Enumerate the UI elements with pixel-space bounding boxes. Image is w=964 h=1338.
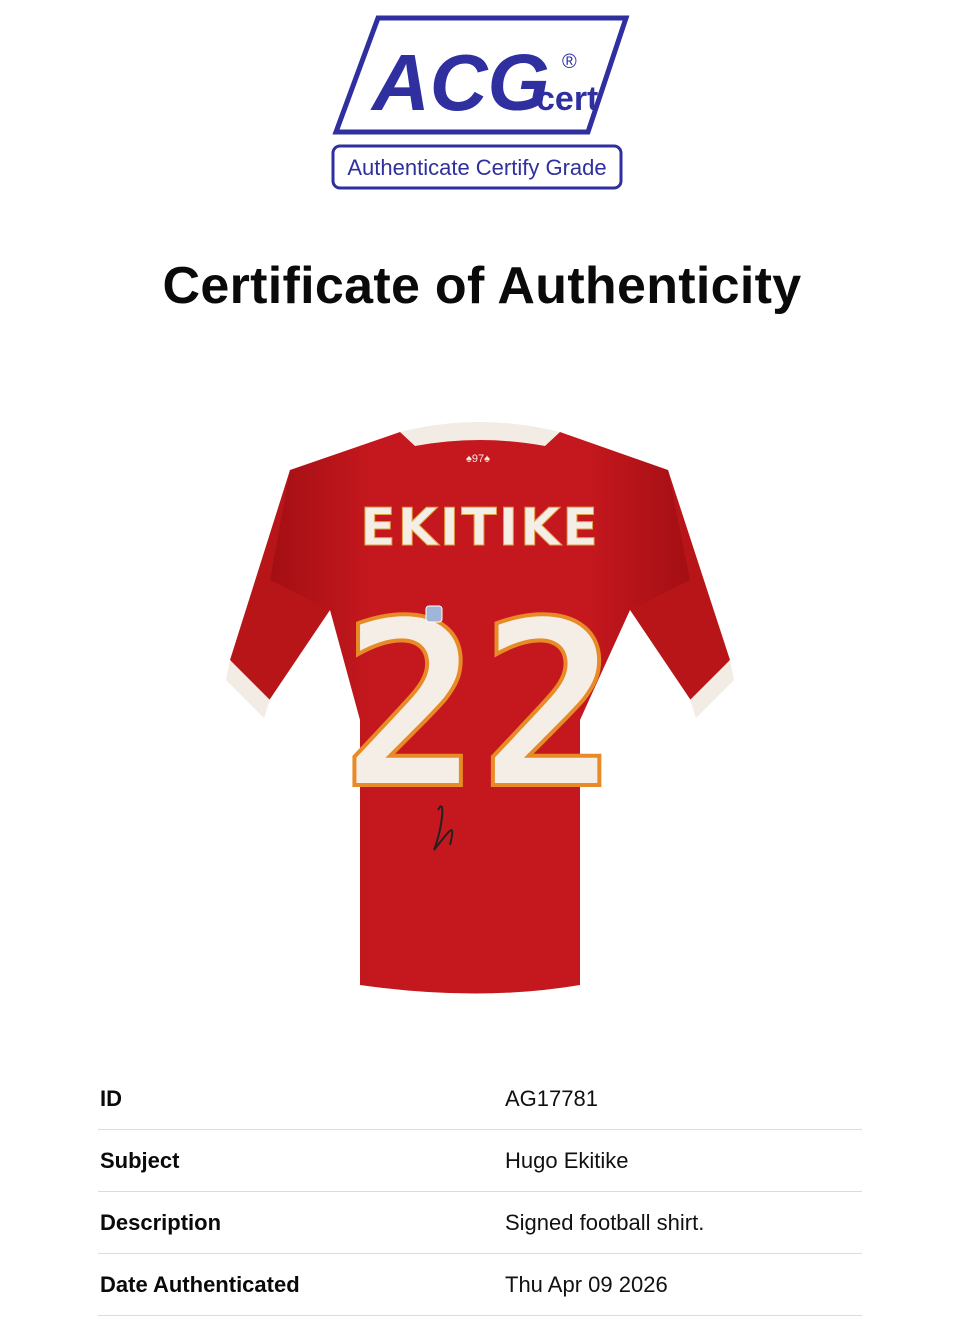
details-row-id: ID AG17781 <box>98 1068 862 1130</box>
details-value: Hugo Ekitike <box>505 1147 629 1173</box>
logo-registered-mark: ® <box>562 51 577 73</box>
certificate-details-table: ID AG17781 Subject Hugo Ekitike Descript… <box>98 1068 862 1316</box>
shirt-number: 22 <box>342 573 619 840</box>
details-row-date: Date Authenticated Thu Apr 09 2026 <box>98 1254 862 1316</box>
logo-suffix-text: cert <box>536 80 598 118</box>
shirt-player-name: EKITIKE <box>360 498 600 558</box>
details-row-description: Description Signed football shirt. <box>98 1192 862 1254</box>
details-label: Description <box>100 1209 222 1235</box>
logo-tagline: Authenticate Certify Grade <box>347 155 606 180</box>
certificate-title: Certificate of Authenticity <box>162 257 802 315</box>
details-row-subject: Subject Hugo Ekitike <box>98 1130 862 1192</box>
details-label: ID <box>100 1085 122 1111</box>
details-label: Subject <box>100 1147 180 1173</box>
acg-cert-logo: ACG ® cert Authenticate Certify Grade <box>330 14 630 194</box>
logo-brand-text: ACG <box>370 38 550 127</box>
details-value: Signed football shirt. <box>505 1209 705 1235</box>
football-shirt-illustration: ♠97♠ EKITIKE 22 <box>226 422 734 994</box>
details-label: Date Authenticated <box>100 1271 300 1297</box>
svg-text:♠97♠: ♠97♠ <box>466 453 490 465</box>
details-value: AG17781 <box>505 1085 598 1111</box>
shirt-image: ♠97♠ EKITIKE 22 <box>220 410 740 1000</box>
details-value: Thu Apr 09 2026 <box>505 1271 668 1297</box>
acg-logo-graphic: ACG ® cert Authenticate Certify Grade <box>331 15 630 190</box>
